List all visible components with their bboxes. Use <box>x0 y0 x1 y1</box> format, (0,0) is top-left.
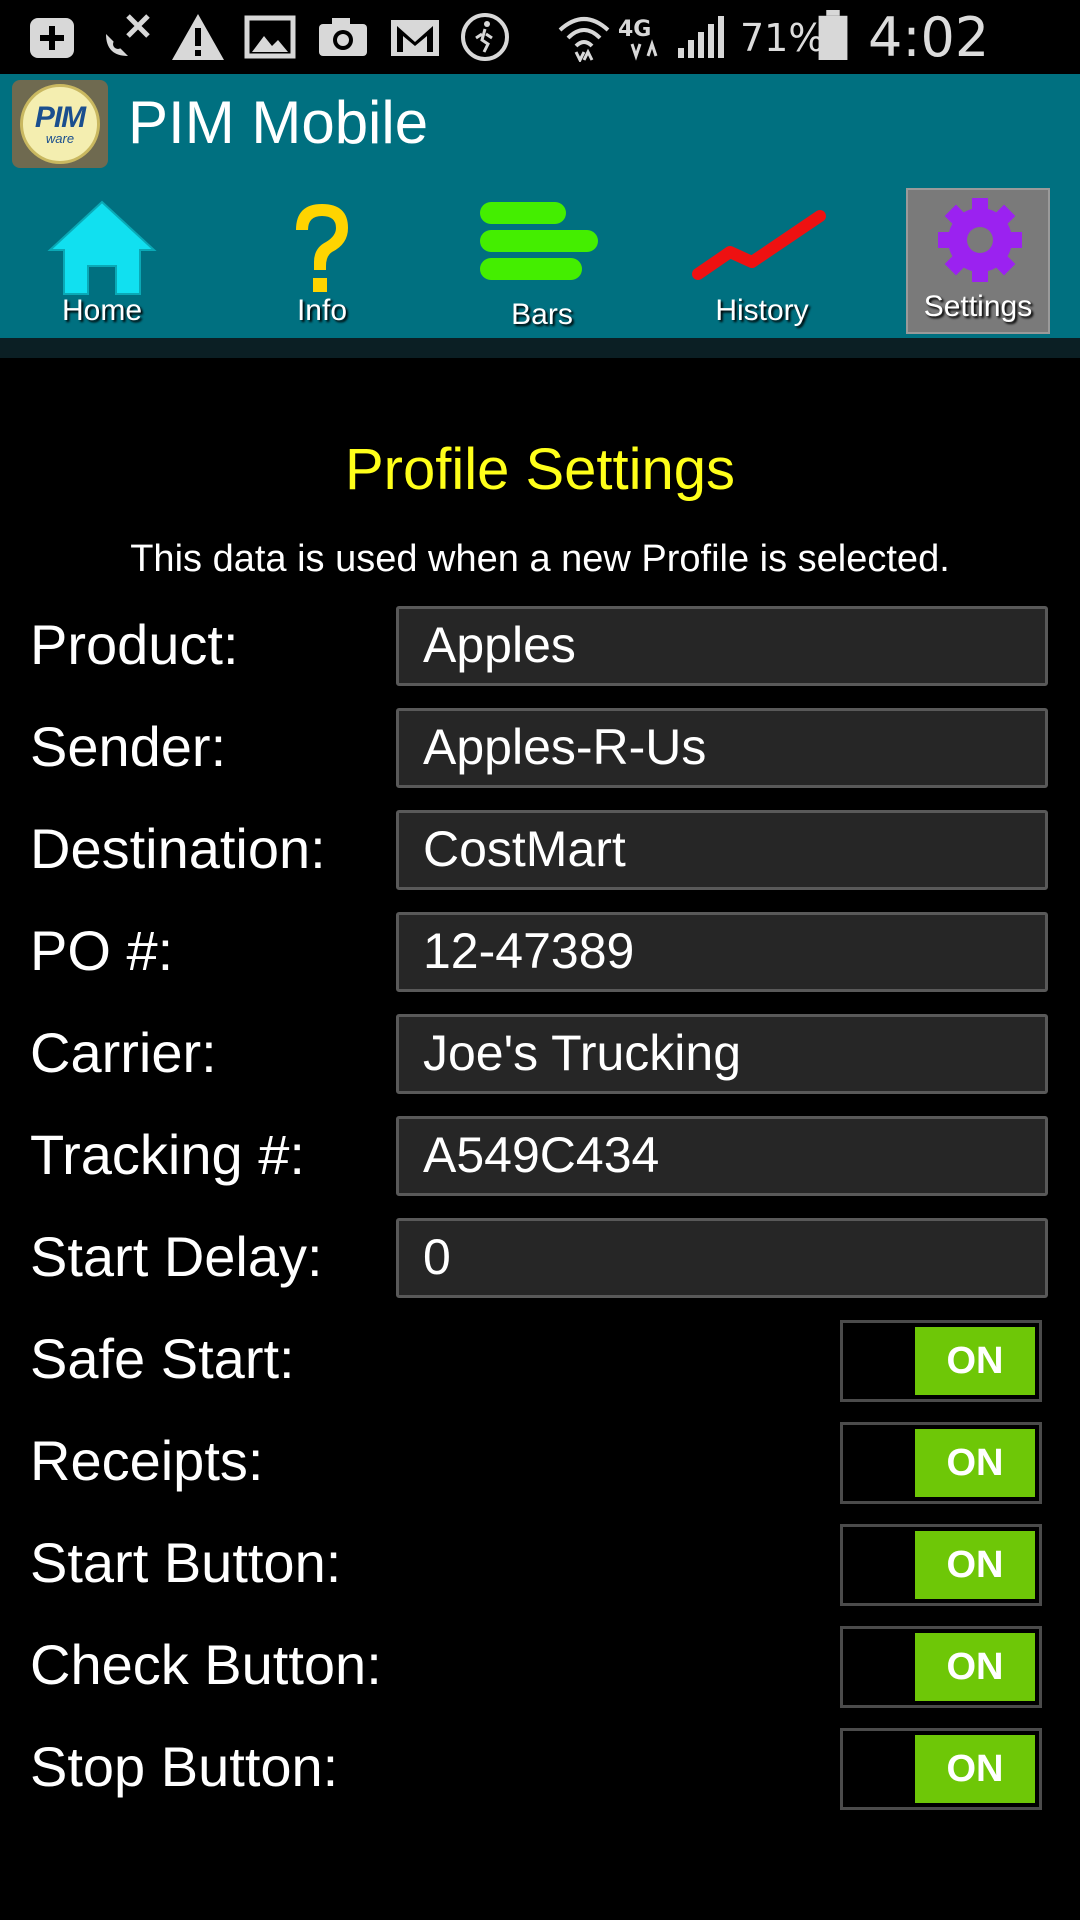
running-icon <box>461 13 509 61</box>
check-button-label: Check Button: <box>30 1633 382 1696</box>
nav-history-button[interactable]: History <box>690 190 834 336</box>
nav-toolbar: Home Info Bars History Settings <box>0 174 1080 338</box>
battery-icon <box>818 10 848 60</box>
nav-bars-label: Bars <box>511 298 573 331</box>
warning-icon <box>172 14 224 60</box>
product-label: Product: <box>30 613 239 676</box>
status-bar: 4G 71% 4:02 PM <box>0 0 1080 132</box>
po-number-label: PO #: <box>30 919 174 982</box>
receipts-label: Receipts: <box>30 1429 264 1492</box>
check-button-toggle-state: ON <box>915 1633 1035 1701</box>
logo-badge: PIM ware <box>20 84 100 164</box>
nav-home-button[interactable]: Home <box>30 190 174 336</box>
4g-lte-icon: 4G <box>618 17 658 61</box>
battery-percent: 71% <box>740 16 825 60</box>
stop-button-toggle[interactable]: ON <box>840 1728 1042 1810</box>
app-logo[interactable]: PIM ware <box>12 80 108 168</box>
start-button-toggle[interactable]: ON <box>840 1524 1042 1606</box>
signal-icon <box>678 16 724 58</box>
app-bar: PIM ware PIM Mobile <box>0 74 1080 174</box>
satellite-off-icon <box>106 14 150 56</box>
tracking-number-field[interactable]: A549C434 <box>396 1116 1048 1196</box>
page-title: Profile Settings <box>344 437 736 502</box>
destination-label: Destination: <box>30 817 326 880</box>
nav-settings-button[interactable]: Settings <box>906 188 1050 334</box>
po-number-field[interactable]: 12-47389 <box>396 912 1048 992</box>
carrier-field[interactable]: Joe's Trucking <box>396 1014 1048 1094</box>
gear-icon <box>938 198 1022 282</box>
logo-text: PIM <box>34 101 86 134</box>
app-title: PIM Mobile <box>128 89 429 156</box>
home-icon <box>47 200 157 295</box>
camera-icon <box>319 18 367 56</box>
start-button-toggle-state: ON <box>915 1531 1035 1599</box>
bars-icon <box>480 202 598 280</box>
nav-settings-label: Settings <box>923 290 1033 323</box>
image-icon <box>244 15 296 59</box>
history-line-icon <box>692 210 826 280</box>
receipts-toggle-state: ON <box>915 1429 1035 1497</box>
safe-start-label: Safe Start: <box>30 1327 295 1390</box>
gmail-icon <box>391 20 439 56</box>
start-delay-label: Start Delay: <box>30 1225 323 1288</box>
nav-info-button[interactable]: Info <box>250 190 394 336</box>
nav-home-label: Home <box>61 294 143 327</box>
receipts-toggle[interactable]: ON <box>840 1422 1042 1504</box>
add-icon <box>30 18 74 58</box>
wifi-icon <box>558 17 610 62</box>
sender-label: Sender: <box>30 715 227 778</box>
svg-text:4G: 4G <box>618 17 651 42</box>
page-subtitle: This data is used when a new Profile is … <box>130 538 950 580</box>
destination-field[interactable]: CostMart <box>396 810 1048 890</box>
nav-info-label: Info <box>296 294 348 327</box>
tracking-number-label: Tracking #: <box>30 1123 305 1186</box>
safe-start-toggle[interactable]: ON <box>840 1320 1042 1402</box>
stop-button-label: Stop Button: <box>30 1735 339 1798</box>
start-button-label: Start Button: <box>30 1531 342 1594</box>
start-delay-field[interactable]: 0 <box>396 1218 1048 1298</box>
product-field[interactable]: Apples <box>396 606 1048 686</box>
question-icon <box>296 204 348 292</box>
nav-bars-button[interactable]: Bars <box>470 194 614 340</box>
stop-button-toggle-state: ON <box>915 1735 1035 1803</box>
sender-field[interactable]: Apples-R-Us <box>396 708 1048 788</box>
nav-history-label: History <box>715 294 809 327</box>
carrier-label: Carrier: <box>30 1021 217 1084</box>
safe-start-toggle-state: ON <box>915 1327 1035 1395</box>
toolbar-divider <box>0 338 1080 358</box>
check-button-toggle[interactable]: ON <box>840 1626 1042 1708</box>
